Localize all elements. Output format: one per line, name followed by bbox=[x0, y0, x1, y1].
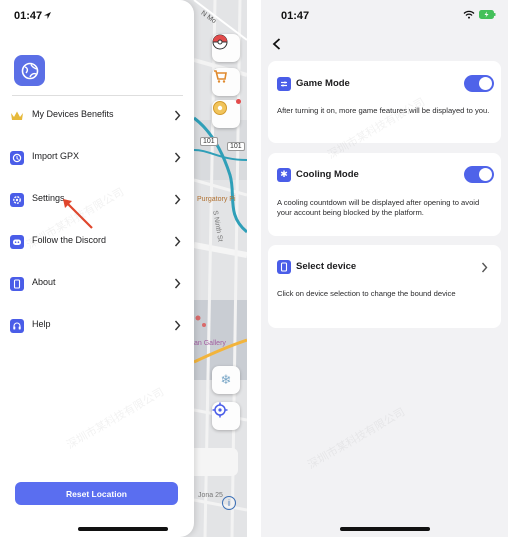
snowflake-button[interactable]: ❄ bbox=[212, 366, 240, 394]
phone-icon bbox=[277, 260, 291, 274]
menu-item-label: My Devices Benefits bbox=[32, 109, 114, 119]
chevron-left-icon bbox=[272, 38, 281, 50]
game-mode-title: Game Mode bbox=[296, 78, 350, 89]
pokeball-button[interactable] bbox=[212, 34, 240, 62]
map-label-area: Jona 25 bbox=[198, 492, 223, 499]
crown-icon bbox=[11, 111, 23, 120]
reset-location-button[interactable]: Reset Location bbox=[15, 482, 178, 505]
toggle-knob bbox=[479, 168, 492, 181]
app-logo bbox=[14, 55, 45, 86]
discord-icon bbox=[10, 235, 24, 249]
status-time: 01:47 bbox=[281, 10, 310, 22]
map-panel bbox=[194, 448, 238, 476]
menu-item-about[interactable]: About bbox=[0, 265, 194, 303]
snowflake-icon: ✱ bbox=[277, 168, 291, 182]
menu-item-help[interactable]: Help bbox=[0, 307, 194, 345]
chevron-right-icon bbox=[174, 320, 181, 331]
gpx-icon bbox=[10, 151, 24, 165]
cooling-mode-description: A cooling countdown will be displayed af… bbox=[277, 198, 480, 217]
notification-dot bbox=[236, 99, 241, 104]
pokeball-icon bbox=[212, 34, 228, 50]
chevron-right-icon bbox=[481, 262, 488, 273]
game-mode-icon bbox=[277, 77, 291, 91]
egg-button[interactable] bbox=[212, 99, 241, 128]
select-device-description: Click on device selection to change the … bbox=[277, 289, 456, 298]
watermark: 深圳市某科技有限公司 bbox=[305, 406, 408, 472]
toggle-knob bbox=[479, 77, 492, 90]
right-phone-screen: 01:47 Game Mode After turning it on, mor… bbox=[261, 0, 508, 537]
side-drawer: 01:47 My Devices Benefits Import GPX Set… bbox=[0, 0, 194, 537]
locate-button[interactable] bbox=[212, 402, 240, 430]
crosshair-icon bbox=[212, 402, 228, 418]
phone-icon bbox=[10, 277, 24, 291]
card-select-device[interactable]: Select device Click on device selection … bbox=[268, 245, 501, 328]
home-indicator bbox=[340, 527, 430, 531]
map-label-gallery: an Gallery bbox=[194, 340, 226, 347]
map-label-purgatory: Purgatory Pi bbox=[197, 196, 236, 203]
snowflake-icon: ❄ bbox=[220, 372, 232, 388]
menu-item-label: About bbox=[32, 277, 56, 287]
status-time: 01:47 bbox=[14, 10, 43, 22]
shop-button[interactable] bbox=[212, 68, 240, 96]
globe-icon bbox=[21, 62, 38, 79]
status-icons bbox=[463, 10, 496, 19]
chevron-right-icon bbox=[174, 194, 181, 205]
card-cooling-mode: ✱ Cooling Mode A cooling countdown will … bbox=[268, 153, 501, 236]
chevron-right-icon bbox=[174, 236, 181, 247]
gear-icon bbox=[10, 193, 24, 207]
location-arrow-icon bbox=[44, 12, 51, 19]
highway-shield-1: 101 bbox=[200, 137, 218, 146]
select-device-title: Select device bbox=[296, 261, 357, 272]
back-button[interactable] bbox=[270, 37, 284, 51]
chevron-right-icon bbox=[174, 110, 181, 121]
info-icon[interactable]: i bbox=[222, 496, 236, 510]
highway-shield-2: 101 bbox=[227, 142, 245, 151]
wifi-icon bbox=[463, 10, 475, 19]
home-indicator bbox=[78, 527, 168, 531]
menu-item-devices-benefits[interactable]: My Devices Benefits bbox=[0, 97, 194, 135]
game-mode-toggle[interactable] bbox=[464, 75, 494, 92]
left-phone-screen: Purgatory Pi S Ninth St an Gallery Jona … bbox=[0, 0, 247, 537]
battery-icon bbox=[479, 10, 496, 19]
chevron-right-icon bbox=[174, 152, 181, 163]
cooling-mode-toggle[interactable] bbox=[464, 166, 494, 183]
egg-icon bbox=[213, 101, 227, 115]
drawer-divider bbox=[12, 95, 183, 96]
cooling-mode-title: Cooling Mode bbox=[296, 169, 359, 180]
headset-icon bbox=[10, 319, 24, 333]
menu-item-import-gpx[interactable]: Import GPX bbox=[0, 139, 194, 177]
cart-icon bbox=[214, 70, 227, 83]
chevron-right-icon bbox=[174, 278, 181, 289]
menu-item-label: Import GPX bbox=[32, 151, 80, 161]
menu-item-label: Help bbox=[32, 319, 51, 329]
